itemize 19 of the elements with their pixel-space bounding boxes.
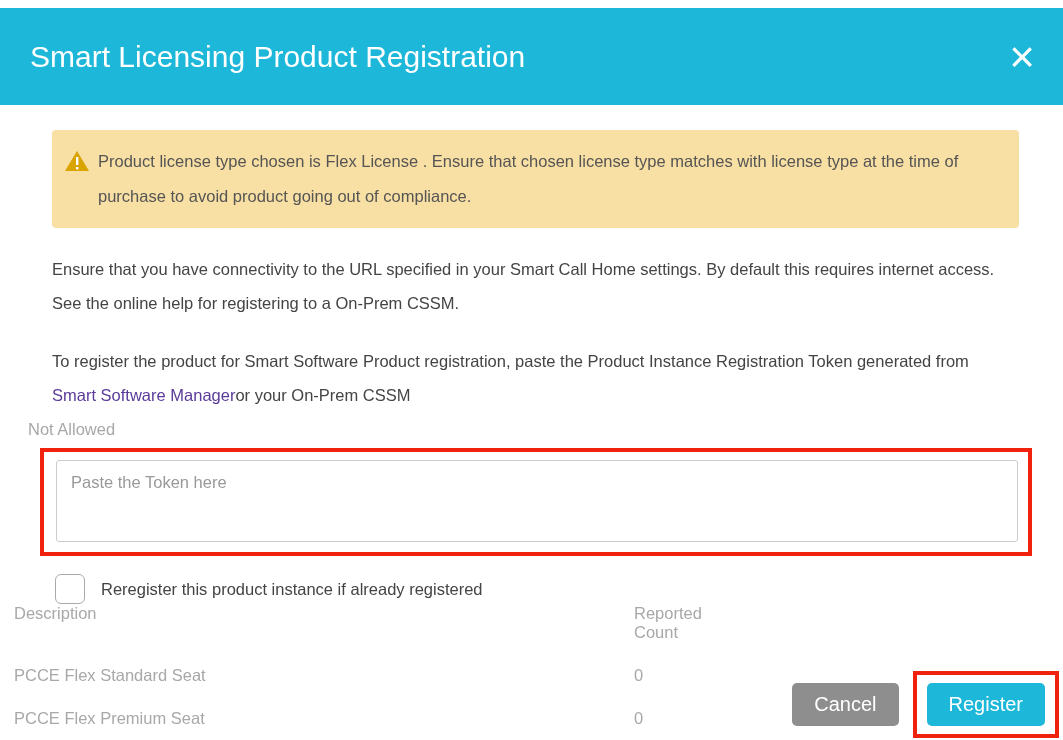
warning-icon <box>64 150 90 172</box>
close-button[interactable]: × <box>1005 34 1039 79</box>
registration-instructions: To register the product for Smart Software Product registration, paste the Product Instance Registration Token generated from Smart Software Manageror your On-Prem CSSM <box>52 351 970 406</box>
table-cell-text: 0 <box>634 666 645 685</box>
reregister-label: Reregister this product instance if already registered <box>101 579 483 599</box>
table-cell-text: PCCE Flex Standard Seat <box>14 666 207 685</box>
status-text: Not Allowed <box>28 420 116 438</box>
token-field[interactable]: Paste the Token here <box>56 460 1018 542</box>
table-cell-text: PCCE Flex Premium Seat <box>14 709 206 728</box>
software-manager-link[interactable]: Smart Software Manager <box>52 386 236 404</box>
warning-text: Product license type chosen is Flex License . Ensure that chosen license type matches with license type at the time of purchase to avoid product going out of compliance. <box>98 151 960 207</box>
reregister-checkbox[interactable] <box>55 574 85 604</box>
cancel-button[interactable]: Cancel <box>792 683 899 726</box>
register-button[interactable]: Register <box>926 683 1045 726</box>
column-header: Reported Count <box>634 604 703 642</box>
column-header: Description <box>14 604 98 624</box>
table-cell-text: 0 <box>634 709 645 728</box>
dialog-title: Smart Licensing Product Registration <box>30 39 526 74</box>
connectivity-text: Ensure that you have connectivity to the URL specified in your Smart Call Home settings. By default this requires internet access. See the online help for registering to a On-Prem CSSM. <box>52 259 996 314</box>
